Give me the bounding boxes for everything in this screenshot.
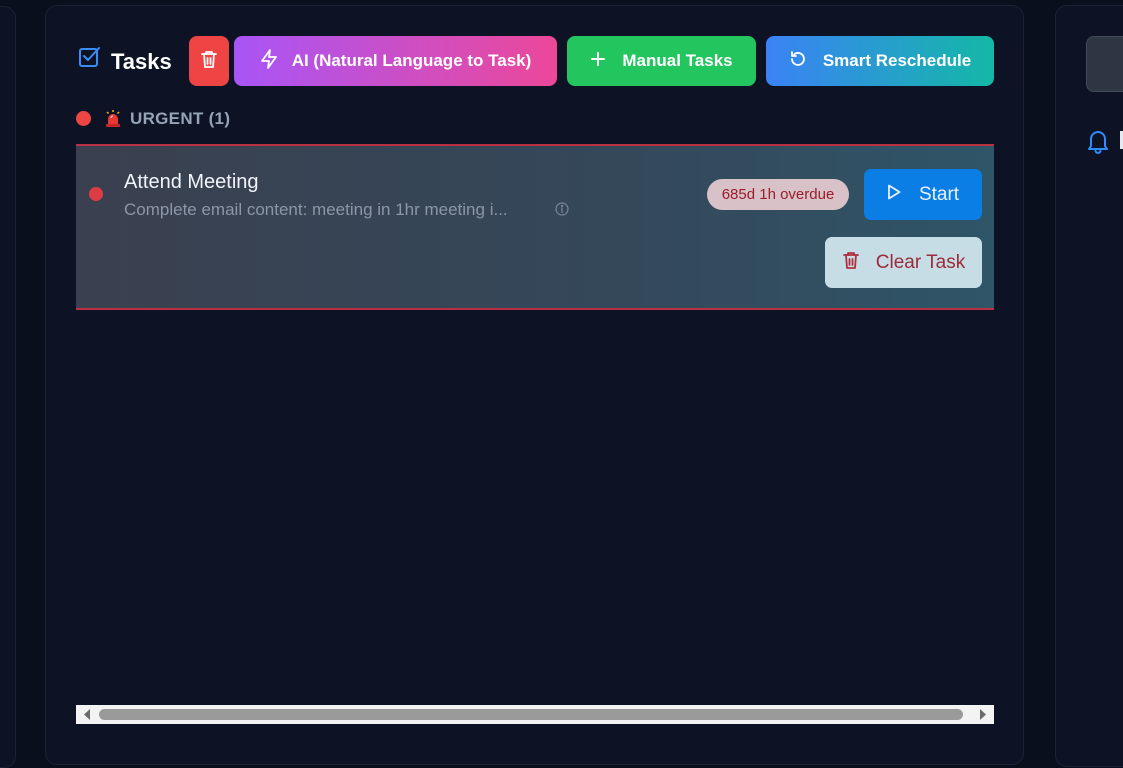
play-icon	[887, 184, 901, 206]
task-priority-dot	[89, 187, 103, 201]
info-icon[interactable]	[555, 202, 569, 216]
ai-task-button-label: AI (Natural Language to Task)	[291, 51, 532, 70]
scroll-right-arrow-icon[interactable]	[978, 708, 988, 721]
plus-icon	[590, 51, 606, 72]
clear-task-button[interactable]: Clear Task	[825, 237, 982, 288]
left-panel	[0, 6, 16, 768]
lightning-icon	[260, 48, 278, 74]
task-title: Attend Meeting	[124, 171, 259, 193]
ai-task-button[interactable]: AI (Natural Language to Task)	[234, 36, 557, 86]
page-title: Tasks	[111, 49, 172, 74]
clear-task-button-label: Clear Task	[875, 251, 966, 273]
start-task-button[interactable]: Start	[864, 169, 982, 220]
bell-icon[interactable]	[1087, 128, 1109, 154]
right-panel-input[interactable]	[1086, 36, 1123, 92]
trash-icon	[842, 250, 860, 276]
overdue-status-badge: 685d 1h overdue	[707, 179, 849, 210]
smart-reschedule-button-label: Smart Reschedule	[822, 51, 972, 70]
manual-tasks-button-label: Manual Tasks	[622, 51, 733, 70]
manual-tasks-button[interactable]: Manual Tasks	[567, 36, 756, 86]
trash-icon	[200, 49, 218, 74]
urgent-section-label: URGENT (1)	[130, 109, 231, 128]
smart-reschedule-button[interactable]: Smart Reschedule	[766, 36, 994, 86]
scroll-left-arrow-icon[interactable]	[82, 708, 92, 721]
urgent-indicator-dot	[76, 111, 91, 126]
scrollbar-thumb[interactable]	[99, 709, 963, 720]
checkbox-icon	[78, 46, 100, 68]
start-task-button-label: Start	[918, 183, 960, 205]
task-description: Complete email content: meeting in 1hr m…	[124, 200, 508, 219]
delete-all-button[interactable]	[189, 36, 229, 86]
right-panel	[1055, 5, 1123, 767]
refresh-icon	[789, 50, 807, 73]
siren-icon	[104, 109, 122, 128]
